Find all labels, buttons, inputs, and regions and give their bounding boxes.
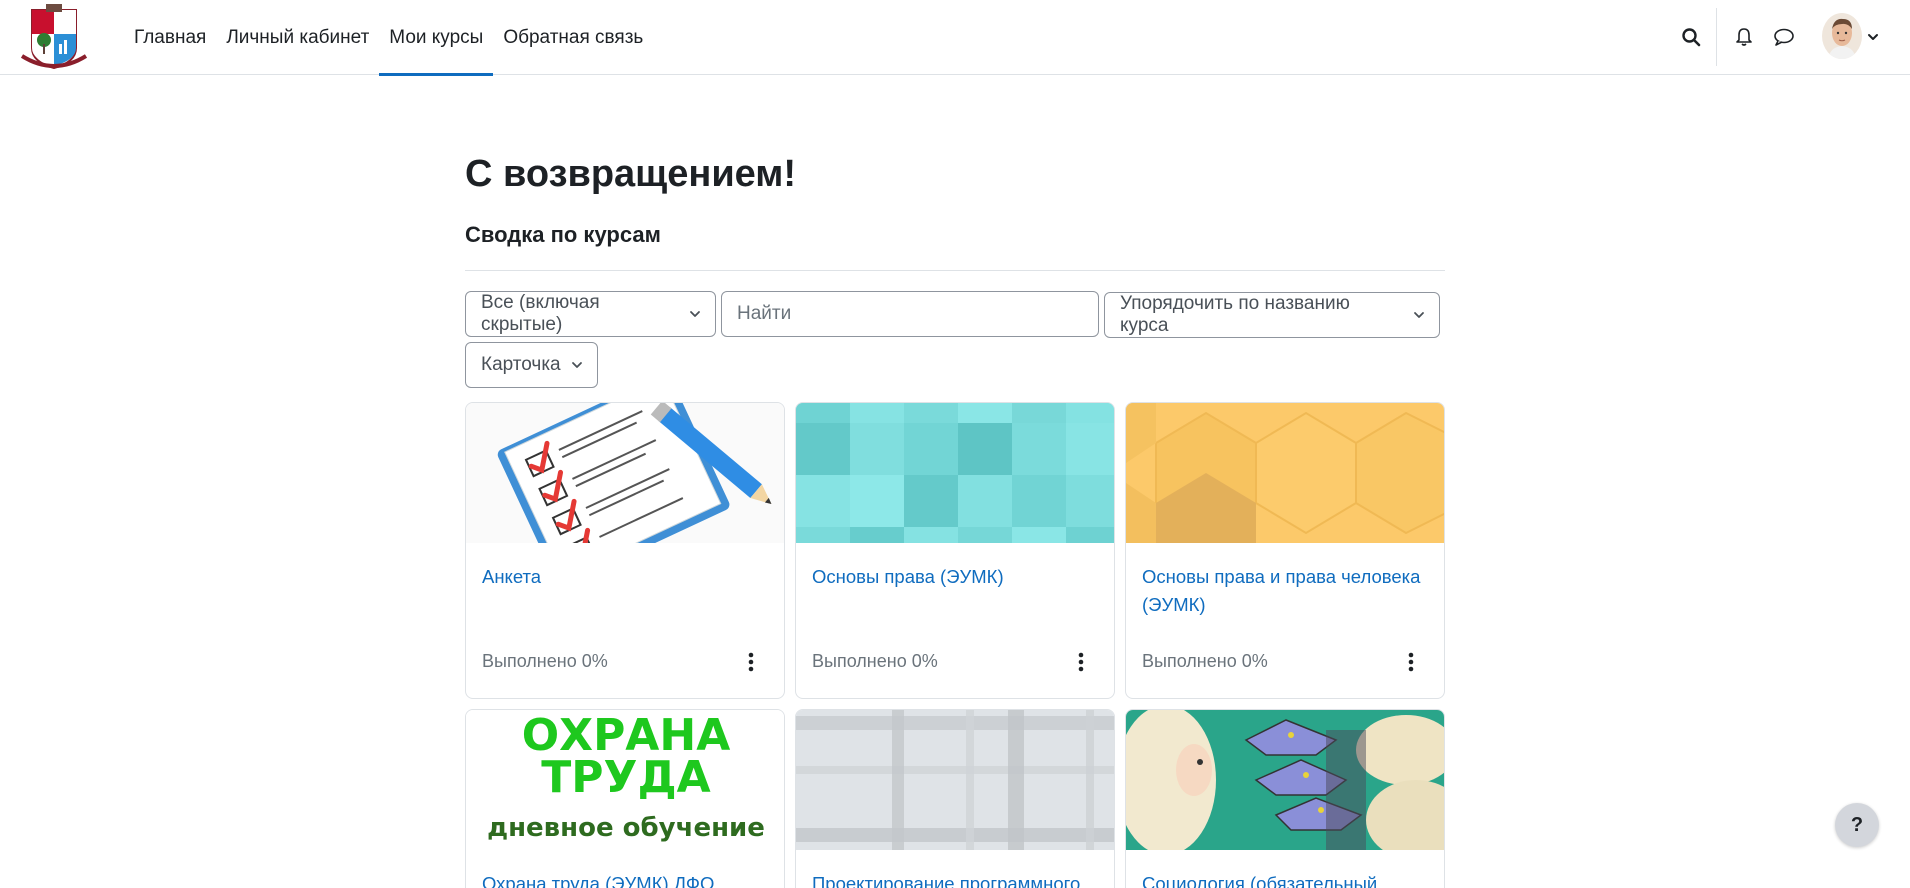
- view-mode-dropdown[interactable]: Карточка: [465, 342, 598, 388]
- course-card: ОХРАНА ТРУДА дневное обучение Охрана тру…: [465, 709, 785, 888]
- course-image[interactable]: [466, 403, 784, 543]
- course-image[interactable]: ОХРАНА ТРУДА дневное обучение: [466, 710, 784, 850]
- view-mode-label: Карточка: [481, 354, 561, 375]
- course-card: Основы права (ЭУМК) Выполнено 0%: [795, 402, 1115, 699]
- course-image[interactable]: [796, 403, 1114, 543]
- section-divider: [465, 270, 1445, 271]
- course-image-text: дневное обучение: [487, 813, 765, 843]
- course-card: Основы права и права человека (ЭУМК) Вып…: [1125, 402, 1445, 699]
- nav-link-dashboard[interactable]: Личный кабинет: [216, 0, 379, 75]
- course-card: Социология (обязательный: [1125, 709, 1445, 888]
- sort-dropdown[interactable]: Упорядочить по названию курса: [1104, 292, 1440, 338]
- course-actions-menu-icon[interactable]: [1396, 647, 1426, 677]
- sort-label: Упорядочить по названию курса: [1120, 293, 1350, 336]
- bell-icon[interactable]: [1729, 22, 1759, 52]
- nav-link-my-courses[interactable]: Мои курсы: [379, 0, 494, 76]
- grouping-filter-label: Все (включая скрытые): [481, 292, 600, 335]
- chevron-down-icon: [571, 359, 583, 371]
- course-image[interactable]: [1126, 403, 1444, 543]
- navbar-divider: [1716, 8, 1717, 66]
- help-button[interactable]: ?: [1835, 803, 1879, 847]
- nav-link-feedback[interactable]: Обратная связь: [493, 0, 653, 75]
- search-icon[interactable]: [1676, 22, 1706, 52]
- course-title-link[interactable]: Анкета: [482, 563, 772, 591]
- user-avatar[interactable]: [1822, 13, 1862, 59]
- course-title-link[interactable]: Основы права и права человека (ЭУМК): [1142, 563, 1432, 619]
- course-card: Анкета Выполнено 0%: [465, 402, 785, 699]
- course-progress: Выполнено 0%: [812, 651, 938, 671]
- site-logo[interactable]: [18, 4, 90, 70]
- section-title: Сводка по курсам: [465, 222, 661, 247]
- course-image[interactable]: [796, 710, 1114, 850]
- chevron-down-icon[interactable]: [1864, 22, 1882, 52]
- course-actions-menu-icon[interactable]: [1066, 647, 1096, 677]
- course-title-link[interactable]: Охрана труда (ЭУМК) ДФО: [482, 870, 772, 888]
- top-navbar: Главная Личный кабинет Мои курсы Обратна…: [0, 0, 1910, 76]
- chat-icon[interactable]: [1769, 22, 1799, 52]
- course-progress: Выполнено 0%: [482, 651, 608, 671]
- nav-link-home[interactable]: Главная: [124, 0, 216, 75]
- course-title-link[interactable]: Проектирование программного: [812, 870, 1102, 888]
- grouping-filter-dropdown[interactable]: Все (включая скрытые): [465, 291, 716, 337]
- course-title-link[interactable]: Социология (обязательный: [1142, 870, 1432, 888]
- course-image-text: ТРУДА: [541, 752, 711, 803]
- course-card: Проектирование программного: [795, 709, 1115, 888]
- course-title-link[interactable]: Основы права (ЭУМК): [812, 563, 1102, 591]
- course-progress: Выполнено 0%: [1142, 651, 1268, 671]
- course-actions-menu-icon[interactable]: [736, 647, 766, 677]
- page-title: С возвращением!: [465, 153, 797, 195]
- chevron-down-icon: [1413, 309, 1425, 321]
- chevron-down-icon: [689, 308, 701, 320]
- primary-navigation: Главная Личный кабинет Мои курсы Обратна…: [124, 0, 653, 76]
- course-search-input[interactable]: [721, 291, 1099, 337]
- course-image[interactable]: [1126, 710, 1444, 850]
